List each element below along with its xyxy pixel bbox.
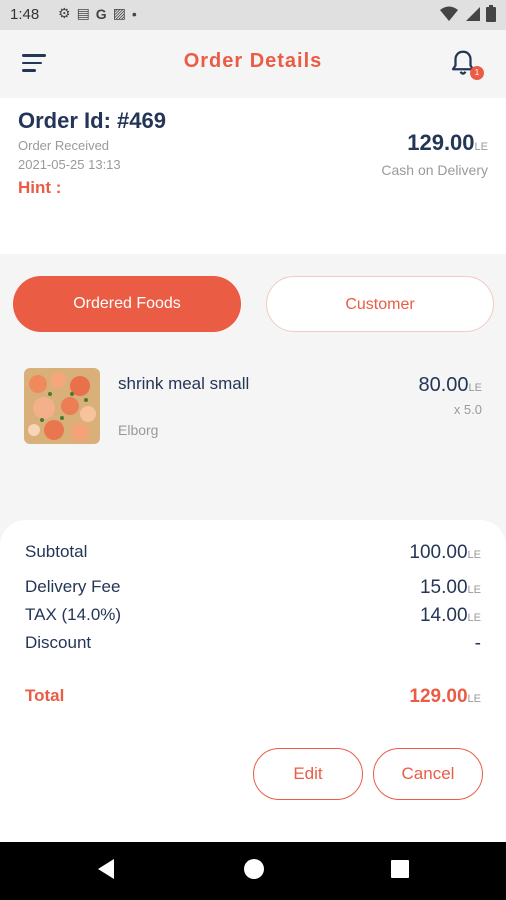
tax-label: TAX (14.0%) (25, 605, 122, 624)
android-nav-bar (0, 842, 506, 900)
gear-icon: ⚙ (58, 5, 71, 21)
food-image (24, 368, 100, 444)
app-bar: Order Details 1 (0, 30, 506, 98)
food-price: 80.00LE (418, 374, 482, 397)
wifi-icon (440, 6, 458, 21)
order-hint: Hint : (18, 178, 62, 197)
food-quantity: x 5.0 (453, 402, 482, 417)
restaurant-name: Elborg (118, 422, 159, 438)
subtotal-label: Subtotal (25, 542, 88, 561)
discount-value: - (474, 633, 481, 654)
delivery-fee-label: Delivery Fee (25, 577, 121, 596)
payment-method: Cash on Delivery (381, 162, 488, 178)
currency-label: LE (467, 549, 481, 561)
dot-icon: • (131, 5, 137, 22)
list-item[interactable]: shrink meal small Elborg 80.00LE x 5.0 (24, 368, 484, 448)
delivery-fee-value: 15.00LE (420, 577, 481, 599)
currency-label: LE (468, 382, 482, 394)
total-label: Total (25, 686, 65, 705)
signal-icon (466, 6, 480, 21)
currency-label: LE (474, 141, 488, 153)
currency-label: LE (467, 693, 481, 705)
food-price-value: 80.00 (418, 374, 469, 396)
currency-label: LE (467, 612, 481, 624)
order-total-value: 129.00 (407, 130, 475, 155)
back-icon[interactable] (96, 858, 116, 880)
tax-amount: 14.00 (419, 605, 468, 626)
cancel-button[interactable]: Cancel (373, 748, 483, 800)
tab-customer[interactable]: Customer (266, 276, 494, 332)
discount-label: Discount (25, 633, 92, 652)
image-icon: ▨ (112, 5, 126, 21)
subtotal-value: 100.00LE (409, 542, 481, 564)
notification-badge: 1 (470, 66, 484, 80)
delivery-fee-amount: 15.00 (419, 577, 468, 598)
total-value: 129.00LE (409, 686, 481, 708)
order-id: Order Id: #469 (18, 108, 166, 133)
notification-bell-icon[interactable]: 1 (448, 48, 484, 82)
order-card: Order Id: #469 Order Received 2021-05-25… (0, 98, 506, 254)
battery-icon (486, 5, 496, 22)
order-status: Order Received (18, 138, 110, 153)
subtotal-amount: 100.00 (409, 542, 468, 563)
total-amount: 129.00 (409, 686, 468, 707)
tax-value: 14.00LE (420, 605, 481, 627)
tab-ordered-foods[interactable]: Ordered Foods (13, 276, 241, 332)
page-title: Order Details (183, 50, 323, 72)
food-name: shrink meal small (118, 374, 250, 393)
status-time: 1:48 (10, 6, 40, 23)
order-date: 2021-05-25 13:13 (18, 157, 121, 172)
home-icon[interactable] (243, 858, 265, 880)
edit-button[interactable]: Edit (253, 748, 363, 800)
status-bar: 1:48 ⚙ ▤ G ▨ • (0, 0, 506, 30)
recents-icon[interactable] (390, 858, 410, 880)
currency-label: LE (467, 584, 481, 596)
message-icon: ▤ (76, 5, 90, 21)
order-total: 129.00LE (407, 130, 488, 156)
google-icon: G (95, 5, 107, 22)
